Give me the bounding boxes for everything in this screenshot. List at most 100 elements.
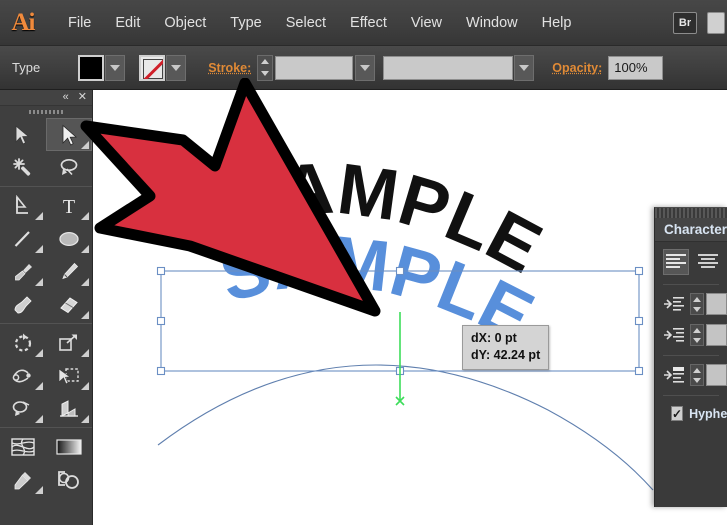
opacity-field[interactable]: 100% — [608, 55, 664, 80]
tool-flyout-triangle-icon — [81, 349, 89, 357]
tooltip-dx-value: dX: 0 pt — [471, 331, 517, 345]
alignment-row — [663, 249, 727, 275]
tool-ellipse-tool[interactable] — [46, 222, 92, 255]
opacity-label-link[interactable]: Opacity: — [552, 61, 602, 75]
chevron-down-icon — [519, 64, 530, 71]
hyphenate-checkbox[interactable]: ✓ — [671, 406, 684, 421]
tool-blend-tool[interactable] — [46, 463, 92, 496]
tool-direct-selection-tool[interactable] — [46, 118, 92, 151]
align-center-icon — [698, 254, 718, 268]
hyphenate-row: ✓ Hyphenate — [663, 404, 727, 421]
paintbrush-icon — [15, 263, 32, 280]
tool-mesh-tool[interactable] — [0, 430, 46, 463]
tool-pen-tool[interactable] — [0, 189, 46, 222]
tool-gradient-tool[interactable] — [46, 430, 92, 463]
tool-group-divider — [0, 427, 92, 428]
space-before-field[interactable] — [706, 364, 727, 386]
tool-scale-tool[interactable] — [46, 326, 92, 359]
free-transform-icon — [58, 367, 79, 384]
menu-item-edit[interactable]: Edit — [103, 11, 152, 35]
right-indent-stepper[interactable] — [690, 324, 705, 346]
stroke-weight-stepper[interactable] — [257, 54, 274, 81]
menu-item-object[interactable]: Object — [152, 11, 218, 35]
menu-item-file[interactable]: File — [56, 11, 103, 35]
stroke-label-link[interactable]: Stroke: — [208, 61, 251, 75]
tool-free-transform-tool[interactable] — [46, 359, 92, 392]
stepper-up-icon — [693, 367, 702, 373]
tool-perspective-grid-tool[interactable] — [46, 392, 92, 425]
artwork-svg: SAMPLE SAMPLE — [156, 149, 654, 491]
stroke-color-swatch-none[interactable] — [139, 54, 166, 81]
scale-icon — [59, 333, 77, 351]
grip-dots-icon — [29, 110, 63, 114]
right-indent-row — [663, 324, 727, 346]
align-left-icon — [666, 254, 686, 268]
tool-line-segment-tool[interactable] — [0, 222, 46, 255]
bridge-launch-button[interactable]: Br — [673, 11, 697, 34]
arrange-documents-button[interactable] — [707, 11, 725, 34]
fill-color-swatch[interactable] — [78, 54, 105, 81]
menu-item-select[interactable]: Select — [274, 11, 338, 35]
stroke-profile-dropdown-button[interactable] — [514, 54, 535, 81]
menu-item-type[interactable]: Type — [218, 11, 273, 35]
tool-eyedropper-tool[interactable] — [0, 463, 46, 496]
line-segment-icon — [14, 230, 30, 247]
stepper-down-icon — [261, 71, 270, 76]
stepper-up-icon — [261, 59, 270, 64]
menu-item-window[interactable]: Window — [454, 11, 530, 35]
tool-flyout-triangle-icon — [81, 311, 89, 319]
tool-flyout-triangle-icon — [35, 245, 43, 253]
tool-eraser-tool[interactable] — [46, 288, 92, 321]
tool-shape-builder-tool[interactable] — [0, 392, 46, 425]
tool-type-tool[interactable]: T — [46, 189, 92, 222]
menu-bar: Ai File Edit Object Type Select Effect V… — [0, 0, 727, 46]
control-options-bar: Type Stroke: Opacity: 100% — [0, 46, 727, 90]
space-before-row — [663, 364, 727, 386]
left-indent-icon — [663, 293, 685, 315]
close-panel-icon[interactable]: ✕ — [78, 92, 87, 103]
menu-item-view[interactable]: View — [399, 11, 454, 35]
selection-arrow-icon — [15, 124, 30, 145]
align-center-button[interactable] — [695, 249, 721, 275]
tool-flyout-triangle-icon — [81, 278, 89, 286]
stepper-down-icon — [693, 377, 702, 383]
mesh-icon — [11, 437, 35, 456]
artboard-canvas[interactable]: SAMPLE SAMPLE dX: 0 pt dY: 42.24 pt — [93, 90, 727, 525]
tool-pencil-tool[interactable] — [46, 255, 92, 288]
tools-panel-header: « ✕ — [0, 90, 92, 106]
tool-blob-brush-tool[interactable] — [0, 288, 46, 321]
tools-panel-drag-handle[interactable] — [0, 106, 92, 118]
tool-flyout-triangle-icon — [35, 486, 43, 494]
right-indent-field[interactable] — [706, 324, 727, 346]
tool-lasso-tool[interactable] — [46, 151, 92, 184]
menu-item-effect[interactable]: Effect — [338, 11, 399, 35]
handle-top-center — [395, 266, 405, 276]
tool-rotate-tool[interactable] — [0, 326, 46, 359]
collapse-panel-icon[interactable]: « — [63, 92, 69, 103]
blend-icon — [58, 470, 79, 489]
fill-swatch-group — [76, 54, 126, 81]
left-indent-field[interactable] — [706, 293, 727, 315]
tool-group-divider — [0, 323, 92, 324]
left-indent-stepper[interactable] — [690, 293, 705, 315]
menu-item-help[interactable]: Help — [530, 11, 584, 35]
tool-paintbrush-tool[interactable] — [0, 255, 46, 288]
stroke-profile-field[interactable] — [383, 55, 514, 80]
stroke-dropdown-button[interactable] — [166, 54, 187, 81]
align-left-button[interactable] — [663, 249, 689, 275]
hyphenate-label: Hyphenate — [689, 406, 727, 421]
app-logo-icon: Ai — [11, 8, 36, 36]
tool-selection-tool[interactable] — [0, 118, 46, 151]
paragraph-controls: ✓ Hyphenate — [655, 242, 727, 421]
eyedropper-icon — [14, 471, 31, 489]
space-before-stepper[interactable] — [690, 364, 705, 386]
character-paragraph-panel: Character ✓ Hyphe — [654, 207, 727, 507]
panel-tab-character[interactable]: Character — [655, 218, 727, 242]
tool-magic-wand-tool[interactable] — [0, 151, 46, 184]
panel-drag-bar[interactable] — [655, 208, 727, 218]
tool-width-tool[interactable] — [0, 359, 46, 392]
handle-top-left — [156, 266, 166, 276]
stroke-weight-field[interactable] — [275, 55, 354, 80]
fill-dropdown-button[interactable] — [105, 54, 126, 81]
stroke-weight-dropdown-button[interactable] — [355, 54, 376, 81]
